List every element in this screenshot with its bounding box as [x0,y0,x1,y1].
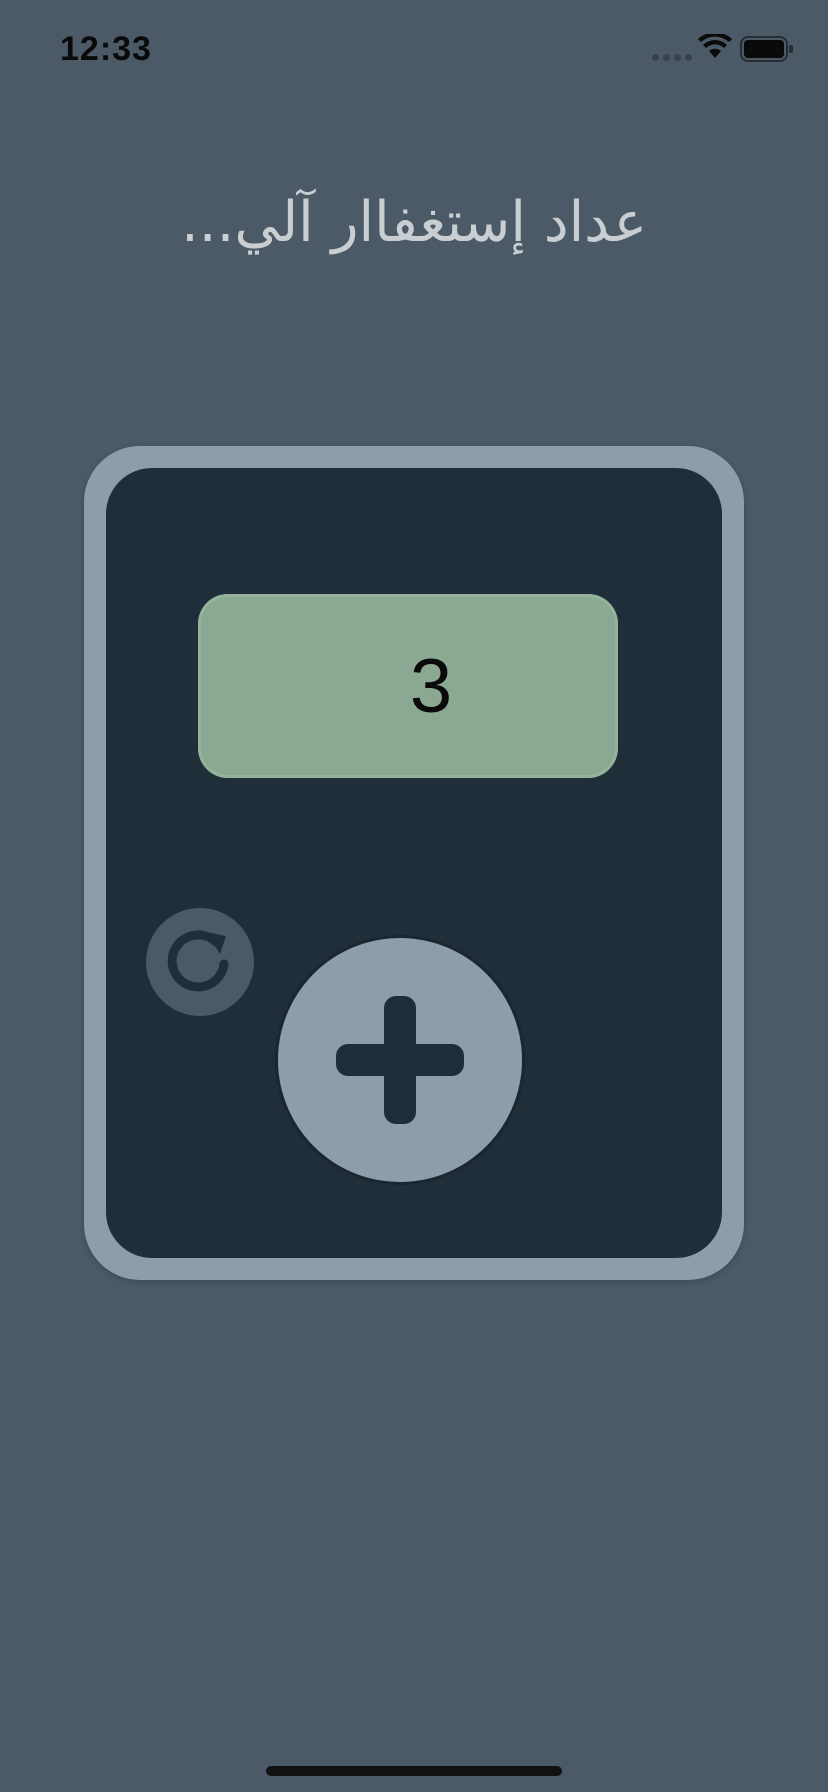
reset-rotate-icon [167,930,229,992]
counter-value: 3 [409,643,453,729]
signal-dots-icon [652,54,692,61]
plus-icon-bar [336,1044,464,1076]
home-indicator[interactable] [266,1766,562,1776]
status-time: 12:33 [60,30,152,68]
counter-device: 3 [84,446,744,1280]
page-title: عداد إستغفاار آلي... [181,190,647,255]
add-button[interactable] [278,938,522,1182]
counter-display: 3 [198,594,618,778]
status-bar: 12:33 [0,0,828,100]
reset-button[interactable] [146,908,254,1016]
counter-body: 3 [106,468,722,1258]
battery-icon [740,36,794,66]
wifi-icon [698,32,732,64]
